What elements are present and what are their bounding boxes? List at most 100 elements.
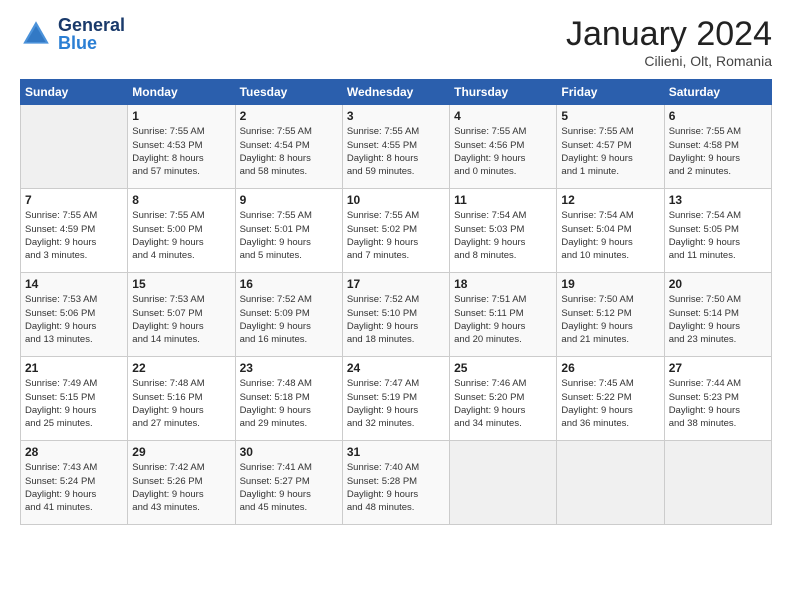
- calendar-cell: 13 Sunrise: 7:54 AM Sunset: 5:05 PM Dayli…: [664, 189, 771, 273]
- day-number: 29: [132, 445, 230, 459]
- day-info: Sunrise: 7:55 AM Sunset: 4:58 PM Dayligh…: [669, 125, 767, 178]
- day-number: 30: [240, 445, 338, 459]
- day-info: Sunrise: 7:55 AM Sunset: 4:54 PM Dayligh…: [240, 125, 338, 178]
- day-info: Sunrise: 7:45 AM Sunset: 5:22 PM Dayligh…: [561, 377, 659, 430]
- day-info: Sunrise: 7:42 AM Sunset: 5:26 PM Dayligh…: [132, 461, 230, 514]
- calendar-cell: 12Sunrise: 7:54 AM Sunset: 5:04 PM Dayli…: [557, 189, 664, 273]
- calendar-cell: [21, 105, 128, 189]
- calendar-cell: 3Sunrise: 7:55 AM Sunset: 4:55 PM Daylig…: [342, 105, 449, 189]
- column-header-saturday: Saturday: [664, 80, 771, 105]
- calendar-cell: 25 Sunrise: 7:46 AM Sunset: 5:20 PM Dayli…: [450, 357, 557, 441]
- day-info: Sunrise: 7:55 AM Sunset: 4:56 PM Dayligh…: [454, 125, 552, 178]
- day-number: 19: [561, 277, 659, 291]
- calendar-cell: 17Sunrise: 7:52 AM Sunset: 5:10 PM Dayli…: [342, 273, 449, 357]
- day-number: 25: [454, 361, 552, 375]
- column-header-friday: Friday: [557, 80, 664, 105]
- day-number: 2: [240, 109, 338, 123]
- column-header-thursday: Thursday: [450, 80, 557, 105]
- calendar-cell: 7 Sunrise: 7:55 AM Sunset: 4:59 PM Daylig…: [21, 189, 128, 273]
- day-number: 26: [561, 361, 659, 375]
- title-block: January 2024 Cilieni, Olt, Romania: [566, 16, 772, 69]
- day-info: Sunrise: 7:51 AM Sunset: 5:11 PM Dayligh…: [454, 293, 552, 346]
- calendar-cell: 26 Sunrise: 7:45 AM Sunset: 5:22 PM Dayli…: [557, 357, 664, 441]
- calendar-cell: [450, 441, 557, 525]
- day-info: Sunrise: 7:50 AM Sunset: 5:12 PM Dayligh…: [561, 293, 659, 346]
- day-number: 22: [132, 361, 230, 375]
- day-number: 27: [669, 361, 767, 375]
- calendar-cell: [557, 441, 664, 525]
- logo-icon: [20, 18, 52, 50]
- day-info: Sunrise: 7:54 AM Sunset: 5:03 PM Dayligh…: [454, 209, 552, 262]
- calendar-cell: 19 Sunrise: 7:50 AM Sunset: 5:12 PM Dayli…: [557, 273, 664, 357]
- day-number: 15: [132, 277, 230, 291]
- logo: General Blue: [20, 16, 125, 52]
- calendar-cell: 9Sunrise: 7:55 AM Sunset: 5:01 PM Daylig…: [235, 189, 342, 273]
- day-number: 17: [347, 277, 445, 291]
- day-number: 23: [240, 361, 338, 375]
- day-info: Sunrise: 7:43 AM Sunset: 5:24 PM Dayligh…: [25, 461, 123, 514]
- day-number: 31: [347, 445, 445, 459]
- day-info: Sunrise: 7:50 AM Sunset: 5:14 PM Dayligh…: [669, 293, 767, 346]
- calendar-cell: 20Sunrise: 7:50 AM Sunset: 5:14 PM Dayli…: [664, 273, 771, 357]
- month-title: January 2024: [566, 16, 772, 53]
- day-info: Sunrise: 7:55 AM Sunset: 4:53 PM Dayligh…: [132, 125, 230, 178]
- calendar-cell: 1 Sunrise: 7:55 AM Sunset: 4:53 PM Daylig…: [128, 105, 235, 189]
- day-number: 21: [25, 361, 123, 375]
- day-info: Sunrise: 7:55 AM Sunset: 5:00 PM Dayligh…: [132, 209, 230, 262]
- day-number: 13: [669, 193, 767, 207]
- day-info: Sunrise: 7:55 AM Sunset: 4:57 PM Dayligh…: [561, 125, 659, 178]
- day-info: Sunrise: 7:53 AM Sunset: 5:06 PM Dayligh…: [25, 293, 123, 346]
- calendar-table: SundayMondayTuesdayWednesdayThursdayFrid…: [20, 79, 772, 525]
- day-info: Sunrise: 7:48 AM Sunset: 5:16 PM Dayligh…: [132, 377, 230, 430]
- day-number: 24: [347, 361, 445, 375]
- calendar-cell: 6 Sunrise: 7:55 AM Sunset: 4:58 PM Daylig…: [664, 105, 771, 189]
- column-header-tuesday: Tuesday: [235, 80, 342, 105]
- calendar-cell: 14Sunrise: 7:53 AM Sunset: 5:06 PM Dayli…: [21, 273, 128, 357]
- day-number: 7: [25, 193, 123, 207]
- week-row-3: 14Sunrise: 7:53 AM Sunset: 5:06 PM Dayli…: [21, 273, 772, 357]
- day-number: 28: [25, 445, 123, 459]
- day-number: 6: [669, 109, 767, 123]
- day-number: 8: [132, 193, 230, 207]
- day-info: Sunrise: 7:48 AM Sunset: 5:18 PM Dayligh…: [240, 377, 338, 430]
- calendar-cell: 16Sunrise: 7:52 AM Sunset: 5:09 PM Dayli…: [235, 273, 342, 357]
- day-info: Sunrise: 7:52 AM Sunset: 5:09 PM Dayligh…: [240, 293, 338, 346]
- day-number: 9: [240, 193, 338, 207]
- day-number: 12: [561, 193, 659, 207]
- calendar-cell: 18 Sunrise: 7:51 AM Sunset: 5:11 PM Dayli…: [450, 273, 557, 357]
- calendar-cell: 28 Sunrise: 7:43 AM Sunset: 5:24 PM Dayli…: [21, 441, 128, 525]
- day-info: Sunrise: 7:55 AM Sunset: 4:59 PM Dayligh…: [25, 209, 123, 262]
- week-row-4: 21 Sunrise: 7:49 AM Sunset: 5:15 PM Dayli…: [21, 357, 772, 441]
- logo-text: General Blue: [58, 16, 125, 52]
- calendar-cell: 22 Sunrise: 7:48 AM Sunset: 5:16 PM Dayli…: [128, 357, 235, 441]
- day-info: Sunrise: 7:41 AM Sunset: 5:27 PM Dayligh…: [240, 461, 338, 514]
- page: General Blue January 2024 Cilieni, Olt, …: [0, 0, 792, 612]
- calendar-cell: 24 Sunrise: 7:47 AM Sunset: 5:19 PM Dayli…: [342, 357, 449, 441]
- calendar-cell: 29 Sunrise: 7:42 AM Sunset: 5:26 PM Dayli…: [128, 441, 235, 525]
- day-info: Sunrise: 7:49 AM Sunset: 5:15 PM Dayligh…: [25, 377, 123, 430]
- day-info: Sunrise: 7:47 AM Sunset: 5:19 PM Dayligh…: [347, 377, 445, 430]
- location: Cilieni, Olt, Romania: [566, 53, 772, 69]
- header: General Blue January 2024 Cilieni, Olt, …: [20, 16, 772, 69]
- day-info: Sunrise: 7:55 AM Sunset: 5:02 PM Dayligh…: [347, 209, 445, 262]
- column-header-wednesday: Wednesday: [342, 80, 449, 105]
- calendar-cell: 21 Sunrise: 7:49 AM Sunset: 5:15 PM Dayli…: [21, 357, 128, 441]
- day-info: Sunrise: 7:54 AM Sunset: 5:05 PM Dayligh…: [669, 209, 767, 262]
- calendar-cell: 4Sunrise: 7:55 AM Sunset: 4:56 PM Daylig…: [450, 105, 557, 189]
- day-info: Sunrise: 7:46 AM Sunset: 5:20 PM Dayligh…: [454, 377, 552, 430]
- week-row-5: 28 Sunrise: 7:43 AM Sunset: 5:24 PM Dayli…: [21, 441, 772, 525]
- day-number: 1: [132, 109, 230, 123]
- calendar-cell: 10Sunrise: 7:55 AM Sunset: 5:02 PM Dayli…: [342, 189, 449, 273]
- day-info: Sunrise: 7:44 AM Sunset: 5:23 PM Dayligh…: [669, 377, 767, 430]
- day-number: 18: [454, 277, 552, 291]
- week-row-1: 1 Sunrise: 7:55 AM Sunset: 4:53 PM Daylig…: [21, 105, 772, 189]
- day-number: 5: [561, 109, 659, 123]
- calendar-cell: 31 Sunrise: 7:40 AM Sunset: 5:28 PM Dayli…: [342, 441, 449, 525]
- calendar-cell: 15Sunrise: 7:53 AM Sunset: 5:07 PM Dayli…: [128, 273, 235, 357]
- day-info: Sunrise: 7:40 AM Sunset: 5:28 PM Dayligh…: [347, 461, 445, 514]
- calendar-cell: [664, 441, 771, 525]
- column-header-sunday: Sunday: [21, 80, 128, 105]
- calendar-cell: 2 Sunrise: 7:55 AM Sunset: 4:54 PM Daylig…: [235, 105, 342, 189]
- calendar-cell: 5 Sunrise: 7:55 AM Sunset: 4:57 PM Daylig…: [557, 105, 664, 189]
- calendar-cell: 8 Sunrise: 7:55 AM Sunset: 5:00 PM Daylig…: [128, 189, 235, 273]
